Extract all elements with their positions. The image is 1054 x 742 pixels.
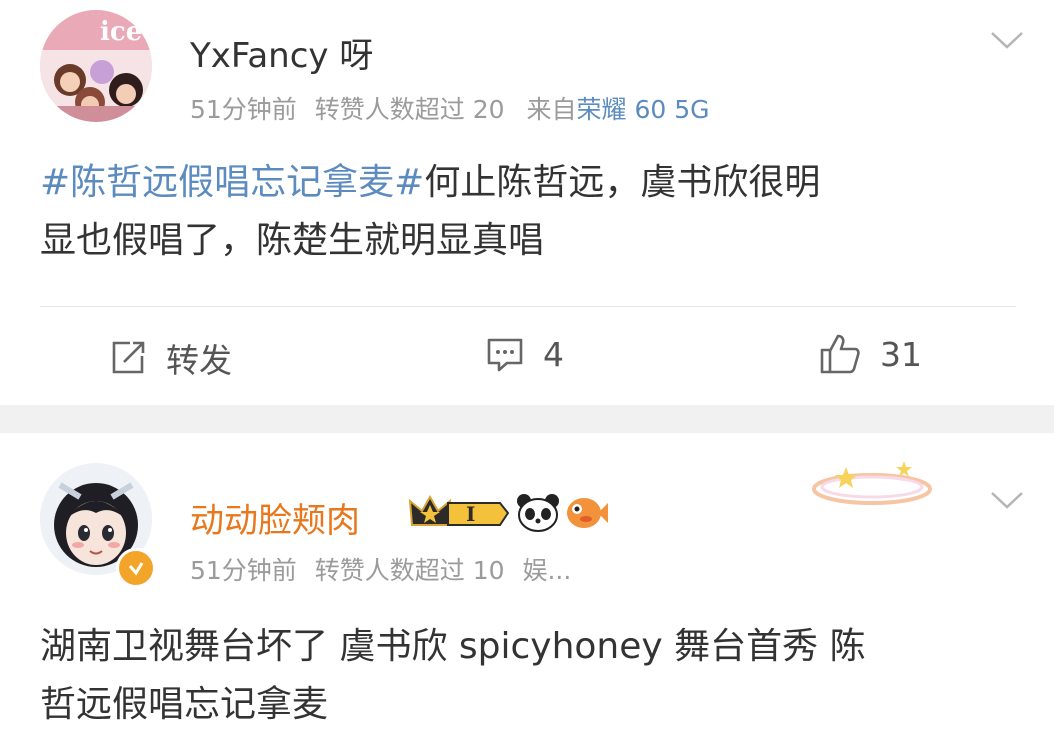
username[interactable]: 动动脸颊肉 [190,493,360,542]
chevron-down-icon[interactable] [990,30,1024,50]
body-text-line1: 湖南卫视舞台坏了 虞书欣 spicyhoney 舞台首秀 陈 [40,626,866,667]
post-meta: 51分钟前 转赞人数超过 20 来自荣耀 60 5G [190,90,709,126]
like-count: 31 [880,334,922,374]
crown-icon: I [408,491,512,539]
repost-icon [112,341,145,374]
like-button[interactable]: 31 [818,332,922,376]
username[interactable]: YxFancy 呀 [190,28,373,77]
weibo-post-1: ice YxFancy 呀 51分钟前 转赞人数超过 20 来自荣耀 60 5G… [0,0,1054,405]
avatar[interactable]: ice [40,10,152,122]
like-icon [820,334,860,374]
source-tag: 娱... [522,556,572,585]
post-time: 51分钟前 [190,556,297,585]
comment-icon [487,338,523,372]
weibo-post-2: 动动脸颊肉 I 51分钟前 转赞人数超过 10 娱... 湖南卫视舞台坏了 虞书… [0,433,1054,742]
source-prefix: 来自 [526,95,577,124]
verified-badge-icon [116,548,156,588]
repost-count-info: 转赞人数超过 10 [314,556,505,585]
post-separator [0,405,1054,433]
repost-button[interactable]: 转发 [108,334,232,382]
post-content: 湖南卫视舞台坏了 虞书欣 spicyhoney 舞台首秀 陈 哲远假唱忘记拿麦 [40,618,1020,734]
avatar-image: ice [40,10,152,122]
topic-link[interactable]: #陈哲远假唱忘记拿麦# [40,162,424,203]
body-text-line2: 显也假唱了，陈楚生就明显真唱 [40,220,545,261]
decoration-sticker [806,453,936,521]
body-text-line2: 哲远假唱忘记拿麦 [40,684,329,725]
divider [40,306,1016,307]
body-text-line1: 何止陈哲远，虞书欣很明 [424,162,821,203]
post-meta: 51分钟前 转赞人数超过 10 娱... [190,551,571,587]
comment-count: 4 [543,334,564,374]
comment-button[interactable]: 4 [485,334,564,374]
post-content: #陈哲远假唱忘记拿麦#何止陈哲远，虞书欣很明 显也假唱了，陈楚生就明显真唱 [40,154,1020,270]
fish-icon [564,493,608,537]
level-badge-text: I [466,502,475,526]
panda-icon [516,493,560,537]
post-time: 51分钟前 [190,95,297,124]
repost-count-info: 转赞人数超过 20 [314,95,505,124]
chevron-down-icon[interactable] [990,490,1024,510]
repost-label: 转发 [166,341,232,380]
source-device[interactable]: 荣耀 60 5G [577,95,710,124]
svg-text:ice: ice [100,17,142,47]
